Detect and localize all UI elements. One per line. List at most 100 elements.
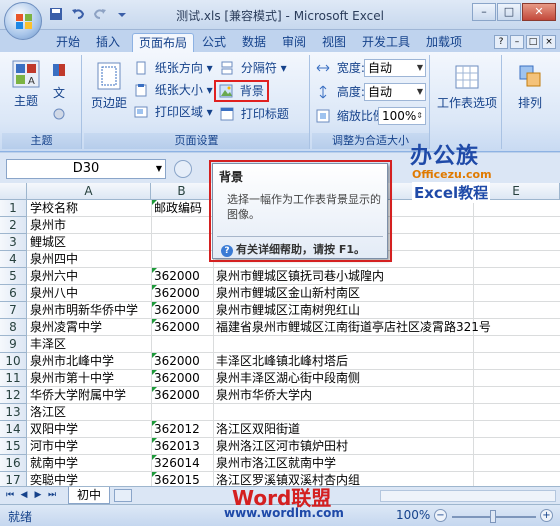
tab-data[interactable]: 数据 <box>236 33 272 52</box>
cell-a[interactable]: 泉州凌霄中学 <box>28 319 151 336</box>
row-header[interactable]: 16 <box>0 455 27 472</box>
close-button[interactable]: ✕ <box>522 3 556 21</box>
cell-a[interactable]: 华侨大学附属中学 <box>28 387 151 404</box>
cell-a[interactable]: 鲤城区 <box>28 234 151 251</box>
cell-b[interactable] <box>152 404 213 421</box>
themes-button[interactable]: A 主题 <box>6 59 46 109</box>
tab-formulas[interactable]: 公式 <box>196 33 232 52</box>
cell-b[interactable]: 362000 <box>152 302 213 319</box>
row-header[interactable]: 8 <box>0 319 27 336</box>
scale-spinner[interactable]: 100% ⇕ <box>378 107 426 125</box>
cell-c[interactable] <box>214 404 554 421</box>
row-header[interactable]: 15 <box>0 438 27 455</box>
row-header[interactable]: 14 <box>0 421 27 438</box>
cell-c[interactable]: 丰泽区北峰镇北峰村塔后 <box>214 353 554 370</box>
cell-a[interactable]: 泉州四中 <box>28 251 151 268</box>
tab-home[interactable]: 开始 <box>50 33 86 52</box>
cell-a[interactable]: 泉州市 <box>28 217 151 234</box>
maximize-button[interactable]: □ <box>497 3 521 21</box>
cell-c[interactable]: 泉州丰泽区湖心街中段南侧 <box>214 370 554 387</box>
theme-colors-button[interactable] <box>52 61 69 79</box>
help-icon[interactable]: ? <box>494 35 508 49</box>
horizontal-scrollbar[interactable] <box>380 490 556 502</box>
row-header[interactable]: 17 <box>0 472 27 486</box>
cell-c[interactable]: 泉州洛江区河市镇炉田村 <box>214 438 554 455</box>
office-button[interactable] <box>4 2 42 40</box>
cell-c[interactable]: 泉州市鲤城区金山新村南区 <box>214 285 554 302</box>
cell-b[interactable]: 362000 <box>152 285 213 302</box>
width-dropdown[interactable]: 自动 ▼ <box>364 59 426 77</box>
cell-b[interactable] <box>152 217 213 234</box>
margins-button[interactable]: 页边距 <box>90 61 128 111</box>
column-header-b[interactable]: B <box>151 183 213 200</box>
cell-b[interactable] <box>152 336 213 353</box>
cell-a[interactable]: 双阳中学 <box>28 421 151 438</box>
tab-page-layout[interactable]: 页面布局 <box>132 33 195 52</box>
cell-b[interactable]: 362000 <box>152 319 213 336</box>
column-header-a[interactable]: A <box>27 183 151 200</box>
minimize-button[interactable]: – <box>472 3 496 21</box>
cell-a[interactable]: 洛江区 <box>28 404 151 421</box>
last-sheet-icon[interactable]: ⏭ <box>46 489 58 502</box>
row-header[interactable]: 7 <box>0 302 27 319</box>
theme-effects-button[interactable] <box>52 105 69 123</box>
zoom-slider-thumb[interactable] <box>490 510 496 523</box>
print-area-button[interactable]: 打印区域 ▾ <box>134 103 213 121</box>
cell-b[interactable]: 362015 <box>152 472 213 486</box>
tab-review[interactable]: 审阅 <box>276 33 312 52</box>
cell-a[interactable]: 泉州六中 <box>28 268 151 285</box>
cell-b[interactable]: 362000 <box>152 268 213 285</box>
first-sheet-icon[interactable]: ⏮ <box>4 489 16 502</box>
row-header[interactable]: 12 <box>0 387 27 404</box>
cell-c[interactable]: 泉州市鲤城区江南树兜红山 <box>214 302 554 319</box>
sheet-tab[interactable]: 初中 <box>68 487 110 504</box>
tab-addins[interactable]: 加载项 <box>420 33 468 52</box>
ribbon-minimize-icon[interactable]: – <box>510 35 524 49</box>
zoom-out-button[interactable]: − <box>434 509 447 522</box>
cell-b[interactable]: 362013 <box>152 438 213 455</box>
cell-c[interactable] <box>214 336 554 353</box>
prev-sheet-icon[interactable]: ◀ <box>18 489 30 502</box>
tab-view[interactable]: 视图 <box>316 33 352 52</box>
select-all-corner[interactable] <box>0 183 27 200</box>
cell-b[interactable]: 邮政编码 <box>152 200 213 217</box>
next-sheet-icon[interactable]: ▶ <box>32 489 44 502</box>
cell-a[interactable]: 泉州市第十中学 <box>28 370 151 387</box>
function-icon[interactable] <box>174 160 192 178</box>
cell-c[interactable]: 泉州市鲤城区镇抚司巷小城隍内 <box>214 268 554 285</box>
theme-fonts-button[interactable]: 文 <box>52 83 69 101</box>
sheet-options-button[interactable]: 工作表选项 <box>436 63 498 111</box>
row-header[interactable]: 6 <box>0 285 27 302</box>
cell-a[interactable]: 泉州八中 <box>28 285 151 302</box>
size-button[interactable]: 纸张大小 ▾ <box>134 81 213 99</box>
background-button[interactable]: 背景 <box>214 80 269 102</box>
cell-a[interactable]: 奕聪中学 <box>28 472 151 486</box>
cell-c[interactable]: 泉州市华侨大学内 <box>214 387 554 404</box>
row-header[interactable]: 3 <box>0 234 27 251</box>
row-header[interactable]: 1 <box>0 200 27 217</box>
height-dropdown[interactable]: 自动 ▼ <box>364 83 426 101</box>
cell-b[interactable]: 362012 <box>152 421 213 438</box>
cell-c[interactable]: 泉州市洛江区就南中学 <box>214 455 554 472</box>
row-header[interactable]: 13 <box>0 404 27 421</box>
row-header[interactable]: 5 <box>0 268 27 285</box>
cell-b[interactable]: 362000 <box>152 353 213 370</box>
cell-b[interactable]: 362000 <box>152 370 213 387</box>
cell-b[interactable]: 362000 <box>152 387 213 404</box>
row-header[interactable]: 2 <box>0 217 27 234</box>
cell-a[interactable]: 就南中学 <box>28 455 151 472</box>
ribbon-restore-icon[interactable]: □ <box>526 35 540 49</box>
row-header[interactable]: 4 <box>0 251 27 268</box>
tab-insert[interactable]: 插入 <box>90 33 126 52</box>
cell-b[interactable] <box>152 251 213 268</box>
row-header[interactable]: 10 <box>0 353 27 370</box>
arrange-button[interactable]: 排列 <box>508 63 552 111</box>
ribbon-close-icon[interactable]: × <box>542 35 556 49</box>
breaks-button[interactable]: 分隔符 ▾ <box>220 59 287 77</box>
cell-a[interactable]: 学校名称 <box>28 200 151 217</box>
name-box[interactable]: D30 ▼ <box>6 159 166 179</box>
zoom-level[interactable]: 100% <box>396 508 430 522</box>
print-titles-button[interactable]: 打印标题 <box>220 105 289 123</box>
zoom-in-button[interactable]: + <box>540 509 553 522</box>
cell-b[interactable] <box>152 234 213 251</box>
